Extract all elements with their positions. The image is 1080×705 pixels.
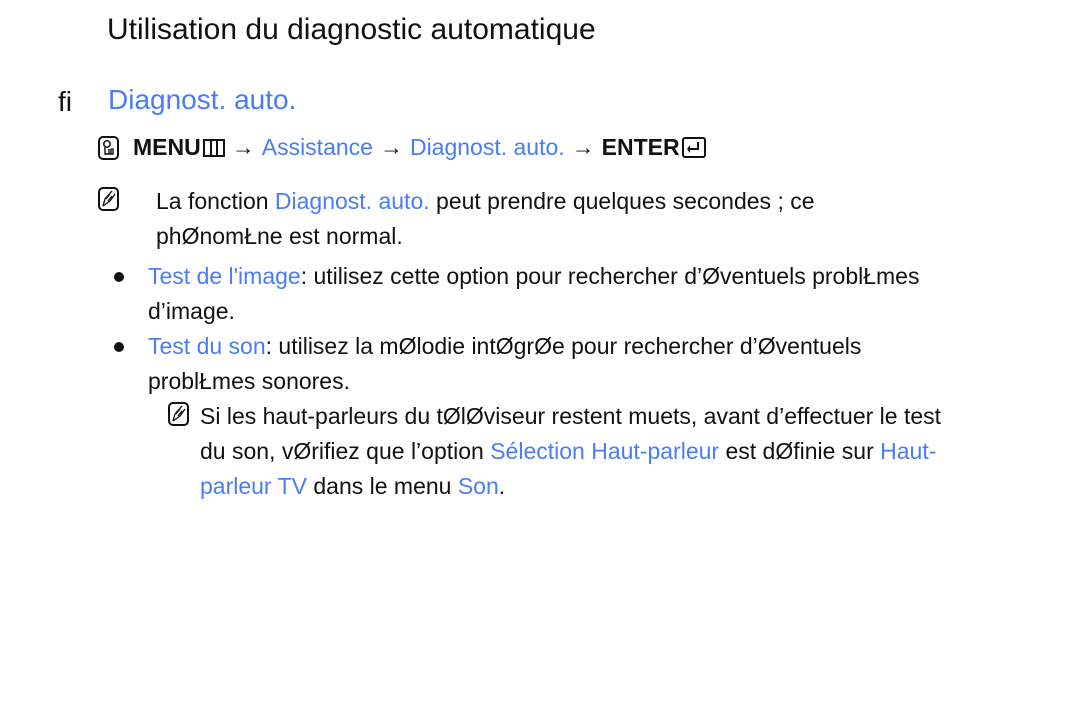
note2-line2: du son, vØrifiez que l’option Sélection … (200, 434, 936, 469)
bullet-icon (114, 342, 124, 352)
note2-line3: parleur TV dans le menu Son. (200, 469, 505, 504)
list-item: Test de l'image: utilisez cette option p… (148, 259, 919, 294)
note-text: peut prendre quelques secondes ; ce (429, 188, 815, 214)
option-selection-haut-parleur: Sélection Haut-parleur (490, 438, 720, 464)
enter-label: ENTER (601, 134, 680, 160)
list-item-text: : utilisez la mØlodie intØgrØe pour rech… (265, 333, 862, 359)
list-item-term: Test de l'image (148, 263, 301, 289)
note-text: . (498, 473, 506, 499)
list-item-line2: problŁmes sonores. (148, 368, 350, 394)
menu-step-diagnost-auto: Diagnost. auto. (409, 134, 565, 160)
menu-grid-icon (202, 138, 225, 157)
note2-line1: Si les haut-parleurs du tØlØviseur reste… (200, 403, 942, 429)
note-text: est dØfinie sur (719, 438, 881, 464)
bullet-icon (114, 272, 124, 282)
note-text: La fonction (156, 188, 275, 214)
note-text: du son, vØrifiez que l’option (200, 438, 491, 464)
note-paragraph: La fonction Diagnost. auto. peut prendre… (156, 184, 815, 219)
arrow-icon: → (379, 134, 403, 160)
menu-path: MENU → Assistance → Diagnost. auto. → EN… (98, 134, 706, 161)
menu-son: Son (457, 473, 499, 499)
list-item: Test du son: utilisez la mØlodie intØgrØ… (148, 329, 861, 364)
note-text-line2: phØnomŁne est normal. (156, 223, 403, 249)
section-marker: ﬁ (58, 86, 72, 117)
value-haut-parleur-tv: parleur TV (200, 473, 307, 499)
note-icon (98, 187, 119, 211)
list-item-line2: d’image. (148, 298, 235, 324)
arrow-icon: → (231, 134, 255, 160)
note-text: dans le menu (306, 473, 458, 499)
note-term: Diagnost. auto. (274, 188, 430, 214)
remote-hand-icon (98, 135, 119, 160)
list-item-text: : utilisez cette option pour rechercher … (300, 263, 920, 289)
section-title: Diagnost. auto. (108, 84, 297, 115)
list-item-term: Test du son (148, 333, 266, 359)
value-haut-parleur-tv: Haut- (880, 438, 937, 464)
enter-icon (681, 137, 706, 158)
note-icon (168, 402, 190, 426)
menu-label: MENU (133, 134, 201, 160)
menu-step-assistance: Assistance (261, 134, 373, 160)
page-title: Utilisation du diagnostic automatique (107, 13, 596, 46)
arrow-icon: → (571, 134, 595, 160)
